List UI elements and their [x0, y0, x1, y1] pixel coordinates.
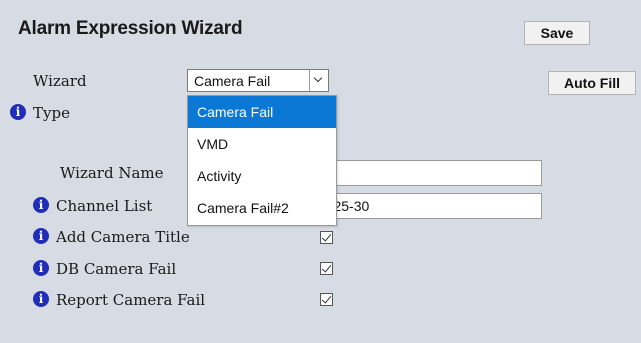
report-camera-fail-checkbox[interactable] [320, 293, 333, 306]
report-camera-fail-label: Report Camera Fail [56, 291, 206, 309]
dropdown-option-camera-fail-2[interactable]: Camera Fail#2 [188, 192, 336, 224]
wizard-select-value: Camera Fail [194, 73, 271, 89]
info-icon[interactable]: i [10, 104, 26, 120]
wizard-panel: Alarm Expression Wizard Save Auto Fill W… [0, 0, 641, 343]
info-icon[interactable]: i [33, 228, 49, 244]
type-label: Type [33, 104, 70, 122]
info-icon[interactable]: i [33, 197, 49, 213]
wizard-label: Wizard [33, 72, 87, 90]
chevron-down-icon[interactable] [309, 70, 328, 91]
info-icon[interactable]: i [33, 291, 49, 307]
db-camera-fail-label: DB Camera Fail [56, 260, 177, 278]
save-button[interactable]: Save [524, 21, 590, 45]
add-camera-title-checkbox[interactable] [320, 231, 333, 244]
dropdown-option-activity[interactable]: Activity [188, 160, 336, 192]
wizard-dropdown-list: Camera Fail VMD Activity Camera Fail#2 [187, 95, 337, 226]
info-icon[interactable]: i [33, 260, 49, 276]
add-camera-title-label: Add Camera Title [56, 228, 190, 246]
dropdown-option-camera-fail[interactable]: Camera Fail [188, 96, 336, 128]
channel-list-label: Channel List [56, 197, 153, 215]
wizard-select[interactable]: Camera Fail [187, 69, 329, 92]
page-title: Alarm Expression Wizard [18, 18, 243, 39]
auto-fill-button[interactable]: Auto Fill [548, 71, 636, 95]
wizard-name-label: Wizard Name [60, 164, 164, 182]
dropdown-option-vmd[interactable]: VMD [188, 128, 336, 160]
db-camera-fail-checkbox[interactable] [320, 262, 333, 275]
